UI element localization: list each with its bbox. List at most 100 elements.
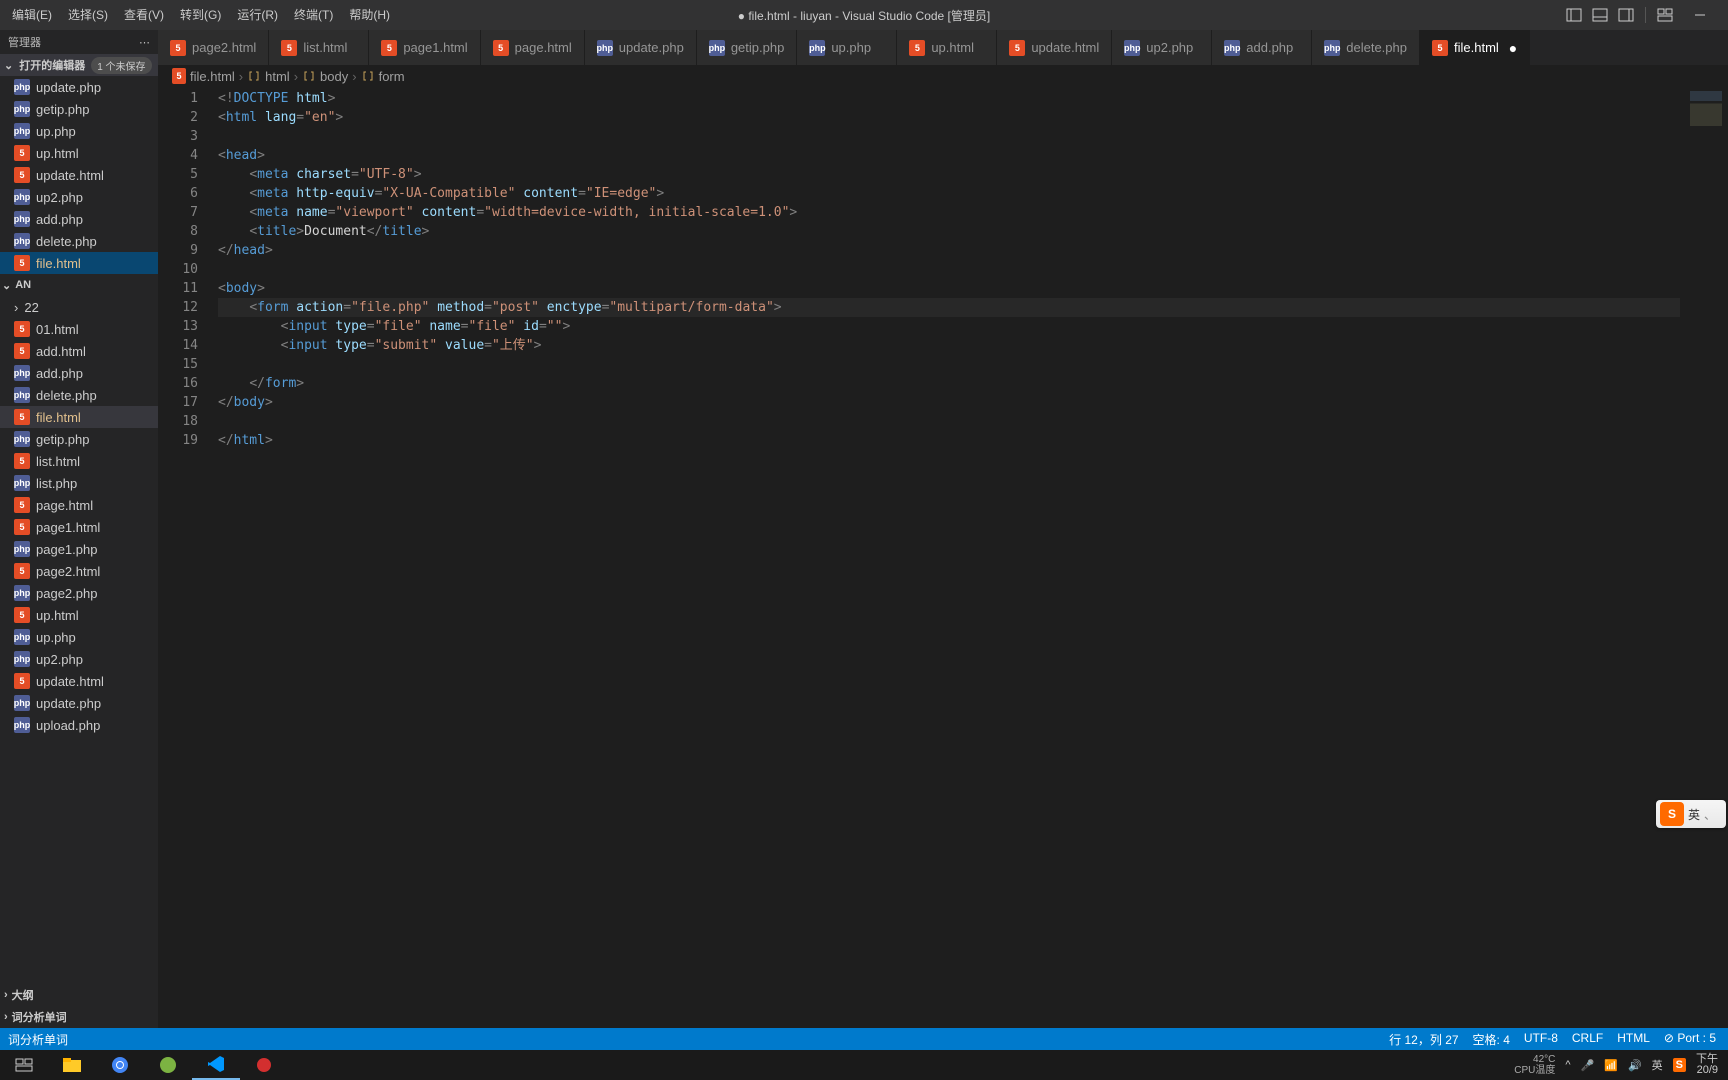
status-spaces[interactable]: 空格: 4 (1473, 1031, 1510, 1048)
tree-item[interactable]: phpdelete.php (0, 384, 158, 406)
code-line[interactable]: <meta name="viewport" content="width=dev… (218, 203, 1680, 222)
menu-帮助(H)[interactable]: 帮助(H) (341, 0, 398, 30)
open-editor-item[interactable]: phpgetip.php (0, 98, 158, 120)
layout-panel-bottom-icon[interactable] (1589, 4, 1611, 26)
code-line[interactable]: <input type="submit" value="上传"> (218, 336, 1680, 355)
status-language[interactable]: HTML (1617, 1031, 1650, 1048)
tree-item[interactable]: phpupload.php (0, 714, 158, 736)
minimap[interactable] (1680, 87, 1728, 1028)
code-line[interactable]: <input type="file" name="file" id=""> (218, 317, 1680, 336)
code-line[interactable]: <title>Document</title> (218, 222, 1680, 241)
editor-tab[interactable]: phpdelete.php (1312, 30, 1420, 65)
tray-clock[interactable]: 下午 20/9 (1696, 1054, 1718, 1076)
code-line[interactable]: </head> (218, 241, 1680, 260)
tree-item[interactable]: phpup2.php (0, 648, 158, 670)
code-line[interactable]: <meta charset="UTF-8"> (218, 165, 1680, 184)
tree-item[interactable]: 5up.html (0, 604, 158, 626)
ime-floating-bar[interactable]: S 英 、 (1656, 800, 1726, 828)
tree-item[interactable]: 501.html (0, 318, 158, 340)
open-editor-item[interactable]: phpadd.php (0, 208, 158, 230)
status-wordfreq[interactable]: 词分析单词 (0, 1031, 68, 1048)
editor-tab[interactable]: phpup2.php (1112, 30, 1212, 65)
tree-item[interactable]: phplist.php (0, 472, 158, 494)
code-line[interactable]: <html lang="en"> (218, 108, 1680, 127)
tree-item[interactable]: 5page1.html (0, 516, 158, 538)
code-line[interactable]: <head> (218, 146, 1680, 165)
tree-item[interactable]: ›22 (0, 296, 158, 318)
tree-item[interactable]: phppage1.php (0, 538, 158, 560)
tree-item[interactable]: 5page.html (0, 494, 158, 516)
status-encoding[interactable]: UTF-8 (1524, 1031, 1558, 1048)
editor-tab[interactable]: 5list.html (269, 30, 369, 65)
open-editors-header[interactable]: ⌄ 打开的编辑器 1 个未保存 (0, 54, 158, 76)
code-line[interactable]: </html> (218, 431, 1680, 450)
tree-item[interactable]: 5file.html (0, 406, 158, 428)
editor-tab[interactable]: 5page.html (481, 30, 585, 65)
tree-item[interactable]: 5update.html (0, 670, 158, 692)
open-editor-item[interactable]: phpup2.php (0, 186, 158, 208)
tray-chevron-icon[interactable]: ^ (1565, 1059, 1570, 1071)
tree-item[interactable]: phpgetip.php (0, 428, 158, 450)
breadcrumb[interactable]: 5file.html › html › body › form (158, 65, 1728, 87)
layout-panel-right-icon[interactable] (1615, 4, 1637, 26)
tree-item[interactable]: 5list.html (0, 450, 158, 472)
code-line[interactable] (218, 127, 1680, 146)
code-line[interactable]: </form> (218, 374, 1680, 393)
green-app-icon[interactable] (144, 1050, 192, 1080)
task-view-icon[interactable] (0, 1050, 48, 1080)
chrome-icon[interactable] (96, 1050, 144, 1080)
code-line[interactable] (218, 260, 1680, 279)
code-line[interactable]: </body> (218, 393, 1680, 412)
breadcrumb-segment[interactable]: html (265, 69, 290, 84)
menu-运行(R)[interactable]: 运行(R) (229, 0, 286, 30)
tree-item[interactable]: 5page2.html (0, 560, 158, 582)
editor-tab[interactable]: phpupdate.php (585, 30, 697, 65)
file-explorer-icon[interactable] (48, 1050, 96, 1080)
tray-mic-icon[interactable]: 🎤 (1581, 1059, 1595, 1072)
layout-panel-left-icon[interactable] (1563, 4, 1585, 26)
menu-终端(T)[interactable]: 终端(T) (286, 0, 341, 30)
tray-wifi-icon[interactable]: 📶 (1604, 1059, 1618, 1072)
code-editor[interactable]: 12345678910111213141516171819 <!DOCTYPE … (158, 87, 1680, 1028)
menu-查看(V)[interactable]: 查看(V) (116, 0, 172, 30)
status-cursor-pos[interactable]: 行 12，列 27 (1389, 1031, 1458, 1048)
minimize-button[interactable] (1680, 0, 1720, 30)
editor-tab[interactable]: 5update.html (997, 30, 1112, 65)
code-line[interactable] (218, 355, 1680, 374)
editor-tab[interactable]: 5file.html● (1420, 30, 1530, 65)
open-editor-item[interactable]: 5file.html (0, 252, 158, 274)
code-line[interactable]: <body> (218, 279, 1680, 298)
menu-编辑(E)[interactable]: 编辑(E) (4, 0, 60, 30)
tray-volume-icon[interactable]: 🔊 (1628, 1059, 1642, 1072)
open-editor-item[interactable]: phpupdate.php (0, 76, 158, 98)
code-content[interactable]: <!DOCTYPE html><html lang="en"> <head> <… (218, 87, 1680, 1028)
open-editor-item[interactable]: 5up.html (0, 142, 158, 164)
code-line[interactable]: <!DOCTYPE html> (218, 89, 1680, 108)
menu-选择(S)[interactable]: 选择(S) (60, 0, 116, 30)
status-eol[interactable]: CRLF (1572, 1031, 1603, 1048)
layout-customize-icon[interactable] (1654, 4, 1676, 26)
code-line[interactable]: <form action="file.php" method="post" en… (218, 298, 1680, 317)
breadcrumb-segment[interactable]: file.html (190, 69, 235, 84)
editor-tab[interactable]: phpgetip.php (697, 30, 798, 65)
tree-item[interactable]: phpup.php (0, 626, 158, 648)
outline-section-header[interactable]: › 大纲 (0, 984, 158, 1006)
code-line[interactable] (218, 412, 1680, 431)
record-icon[interactable] (240, 1050, 288, 1080)
more-actions-icon[interactable]: ⋯ (139, 36, 150, 49)
open-editor-item[interactable]: 5update.html (0, 164, 158, 186)
tree-item[interactable]: phpadd.php (0, 362, 158, 384)
menu-转到(G)[interactable]: 转到(G) (172, 0, 229, 30)
open-editor-item[interactable]: phpup.php (0, 120, 158, 142)
status-port[interactable]: ⊘ Port : 5 (1664, 1031, 1716, 1048)
code-line[interactable]: <meta http-equiv="X-UA-Compatible" conte… (218, 184, 1680, 203)
tray-sogou-icon[interactable]: S (1673, 1058, 1686, 1072)
editor-tab[interactable]: phpadd.php (1212, 30, 1312, 65)
tree-item[interactable]: phppage2.php (0, 582, 158, 604)
editor-tab[interactable]: 5up.html (897, 30, 997, 65)
wordfreq-section-header[interactable]: › 词分析单词 (0, 1006, 158, 1028)
editor-tab[interactable]: 5page2.html (158, 30, 269, 65)
editor-tab[interactable]: phpup.php (797, 30, 897, 65)
open-editor-item[interactable]: phpdelete.php (0, 230, 158, 252)
breadcrumb-segment[interactable]: form (379, 69, 405, 84)
